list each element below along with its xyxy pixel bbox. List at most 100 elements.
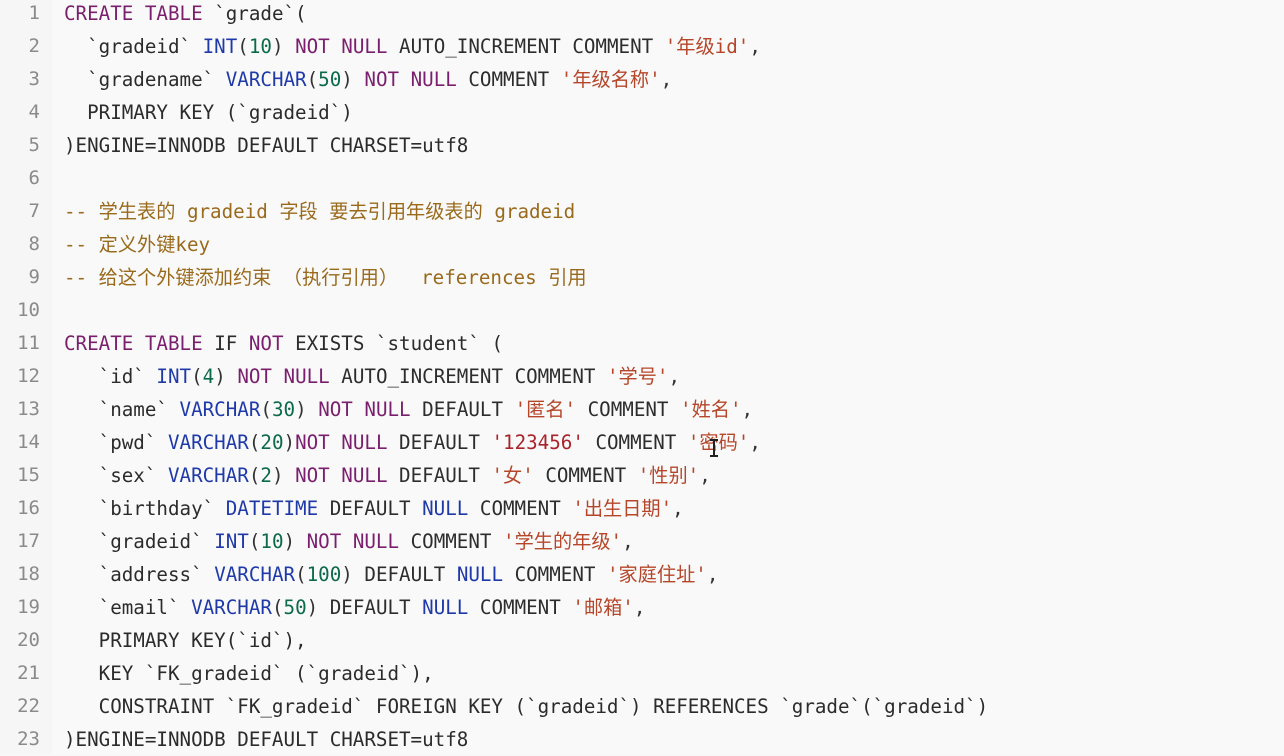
code-line[interactable]: 15 `sex` VARCHAR(2) NOT NULL DEFAULT '女'…: [0, 459, 1284, 492]
code-line[interactable]: 6: [0, 162, 1284, 195]
code-token: '学生的年级': [503, 530, 623, 553]
code-line[interactable]: 20 PRIMARY KEY(`id`),: [0, 624, 1284, 657]
code-text: `id` INT(4) NOT NULL AUTO_INCREMENT COMM…: [64, 360, 680, 393]
code-token: CREATE: [64, 332, 134, 355]
code-line[interactable]: 11 CREATE TABLE IF NOT EXISTS `student` (: [0, 327, 1284, 360]
line-number: 4: [28, 101, 40, 123]
code-line[interactable]: 3 `gradename` VARCHAR(50) NOT NULL COMME…: [0, 63, 1284, 96]
code-token: `birthday`: [64, 497, 226, 520]
code-text: `gradeid` INT(10) NOT NULL COMMENT '学生的年…: [64, 525, 634, 558]
code-text: `name` VARCHAR(30) NOT NULL DEFAULT '匿名'…: [64, 393, 753, 426]
code-token: '家庭住址': [607, 563, 707, 586]
code-token: `gradeid`: [64, 530, 215, 553]
code-text: PRIMARY KEY (`gradeid`): [64, 96, 353, 129]
code-token: TABLE: [144, 332, 203, 355]
code-token: (: [248, 464, 261, 487]
code-token: -- 学生表的 gradeid 字段 要去引用年级表的 gradeid: [64, 200, 576, 223]
code-token: (: [237, 35, 249, 58]
code-token: COMMENT: [583, 431, 688, 454]
code-token: EXISTS `student` (: [283, 332, 504, 355]
code-text: )ENGINE=INNODB DEFAULT CHARSET=utf8: [64, 723, 468, 756]
code-line[interactable]: 5)ENGINE=INNODB DEFAULT CHARSET=utf8: [0, 129, 1284, 162]
code-token: '姓名': [680, 398, 742, 421]
code-line[interactable]: 19 `email` VARCHAR(50) DEFAULT NULL COMM…: [0, 591, 1284, 624]
line-number: 3: [28, 68, 40, 90]
code-token: '邮箱': [572, 596, 634, 619]
code-token: NULL: [422, 596, 469, 619]
code-token: DEFAULT: [318, 497, 423, 520]
code-line[interactable]: 10: [0, 294, 1284, 327]
code-token: 10: [260, 530, 284, 553]
code-line[interactable]: 9 -- 给这个外键添加约束 （执行引用） references 引用: [0, 261, 1284, 294]
code-editor[interactable]: 1 CREATE TABLE `grade`(2 `gradeid` INT(10…: [0, 0, 1284, 754]
code-line[interactable]: 17 `gradeid` INT(10) NOT NULL COMMENT '学…: [0, 525, 1284, 558]
line-number: 22: [17, 695, 40, 717]
code-text: )ENGINE=INNODB DEFAULT CHARSET=utf8: [64, 129, 468, 162]
code-line[interactable]: 16 `birthday` DATETIME DEFAULT NULL COMM…: [0, 492, 1284, 525]
code-line[interactable]: 2 `gradeid` INT(10) NOT NULL AUTO_INCREM…: [0, 30, 1284, 63]
line-number: 21: [17, 662, 40, 684]
code-token: COMMENT: [468, 497, 573, 520]
code-token: ,: [749, 35, 761, 58]
code-line[interactable]: 23)ENGINE=INNODB DEFAULT CHARSET=utf8: [0, 723, 1284, 756]
code-token: NULL: [456, 563, 504, 586]
code-token: VARCHAR: [179, 398, 261, 421]
code-token: ,: [741, 398, 754, 421]
code-line[interactable]: 13 `name` VARCHAR(30) NOT NULL DEFAULT '…: [0, 393, 1284, 426]
code-line[interactable]: 22 CONSTRAINT `FK_gradeid` FOREIGN KEY (…: [0, 690, 1284, 723]
code-token: '匿名': [514, 398, 577, 421]
code-token: CONSTRAINT `FK_gradeid` FOREIGN KEY (`gr…: [64, 695, 989, 718]
code-text: `gradeid` INT(10) NOT NULL AUTO_INCREMEN…: [64, 30, 761, 63]
line-number: 20: [17, 629, 40, 651]
code-line[interactable]: 14 `pwd` VARCHAR(20)NOT NULL DEFAULT '12…: [0, 426, 1284, 459]
code-token: (: [271, 596, 284, 619]
code-token: ,: [660, 68, 673, 91]
code-token: 100: [306, 563, 342, 586]
line-number: 2: [28, 35, 40, 57]
code-line[interactable]: 8 -- 定义外键key: [0, 228, 1284, 261]
code-token: (: [260, 398, 272, 421]
code-token: COMMENT: [503, 563, 607, 586]
code-token: ,: [633, 596, 646, 619]
code-token: ): [306, 596, 330, 619]
code-token: )ENGINE=INNODB DEFAULT CHARSET=utf8: [64, 728, 469, 751]
code-line[interactable]: 12 `id` INT(4) NOT NULL AUTO_INCREMENT C…: [0, 360, 1284, 393]
code-token: 30: [271, 398, 296, 421]
code-text: -- 定义外键key: [64, 228, 210, 261]
code-token: COMMENT: [576, 398, 681, 421]
code-token: ,: [706, 563, 719, 586]
code-token: DEFAULT: [410, 398, 515, 421]
line-number: 14: [17, 431, 40, 453]
code-token: NOT NULL: [237, 365, 330, 388]
code-token: VARCHAR: [191, 596, 272, 619]
code-token: ,: [749, 431, 761, 454]
line-number: 9: [28, 266, 40, 288]
code-text: `gradename` VARCHAR(50) NOT NULL COMMENT…: [64, 63, 672, 96]
code-token: `pwd`: [64, 431, 168, 454]
line-number: 8: [28, 233, 40, 255]
line-number: 12: [17, 365, 40, 387]
code-token: ): [341, 68, 365, 91]
code-token: )ENGINE=INNODB DEFAULT CHARSET=utf8: [64, 134, 469, 157]
code-line[interactable]: 4 PRIMARY KEY (`gradeid`): [0, 96, 1284, 129]
code-line[interactable]: 1 CREATE TABLE `grade`(: [0, 0, 1284, 30]
line-number: 1: [28, 2, 40, 24]
code-token: (: [295, 563, 307, 586]
code-line[interactable]: 7 -- 学生表的 gradeid 字段 要去引用年级表的 gradeid: [0, 195, 1284, 228]
code-token: NOT NULL: [306, 530, 400, 553]
code-token: `address`: [64, 563, 215, 586]
code-text: CREATE TABLE IF NOT EXISTS `student` (: [64, 327, 503, 360]
code-token: NOT NULL: [295, 35, 388, 58]
line-number: 13: [17, 398, 40, 420]
code-token: PRIMARY KEY (`gradeid`): [64, 101, 353, 124]
code-token: '性别': [637, 464, 700, 487]
code-token: 10: [248, 35, 272, 58]
code-token: NOT NULL: [364, 68, 457, 91]
code-line[interactable]: 21 KEY `FK_gradeid` (`gradeid`),: [0, 657, 1284, 690]
line-number: 10: [17, 299, 40, 321]
code-line[interactable]: 18 `address` VARCHAR(100) DEFAULT NULL C…: [0, 558, 1284, 591]
code-token: IF: [202, 332, 249, 355]
code-text: `email` VARCHAR(50) DEFAULT NULL COMMENT…: [64, 591, 646, 624]
line-number: 16: [17, 497, 40, 519]
code-token: '密码': [687, 431, 750, 454]
